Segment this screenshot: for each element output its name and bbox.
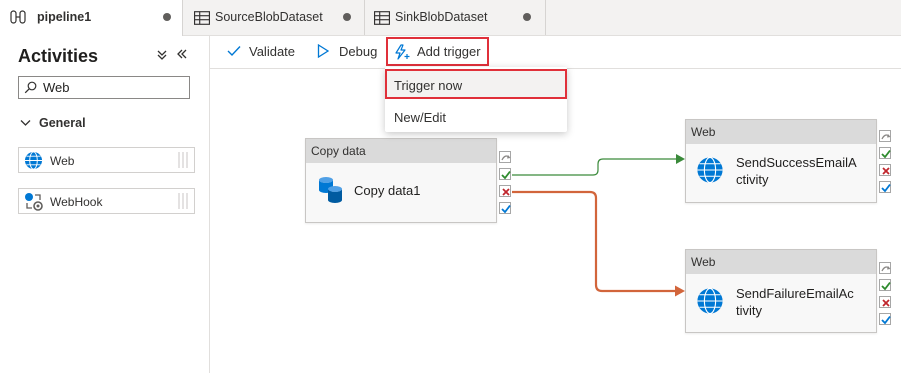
unsaved-dot-icon: [163, 13, 171, 21]
skip-port[interactable]: [879, 262, 891, 274]
skip-port[interactable]: [499, 151, 511, 163]
node-name-line2: ctivity: [736, 172, 769, 187]
add-trigger-menu: Trigger now New/Edit: [385, 67, 567, 132]
tab-source-blob-dataset[interactable]: SourceBlobDataset: [183, 0, 365, 35]
node-type-label: Copy data: [311, 144, 366, 158]
failure-port[interactable]: [879, 296, 891, 308]
node-header: Web: [686, 120, 876, 144]
copy-data-output-ports: [499, 151, 511, 217]
validate-label: Validate: [249, 43, 296, 59]
skip-arrow-icon: [881, 134, 891, 140]
play-icon: [317, 44, 329, 58]
tab-sink-blob-dataset[interactable]: SinkBlobDataset: [365, 0, 546, 35]
node-header: Copy data: [306, 139, 496, 163]
copy-data-activity-node[interactable]: Copy data Copy data1: [305, 138, 497, 223]
x-icon: [882, 299, 890, 307]
trigger-bolt-icon: [395, 43, 410, 60]
pipeline-toolbar: Validate Debug Add trigger: [210, 36, 901, 69]
success-arrowhead: [676, 154, 685, 164]
activities-search-input[interactable]: [43, 79, 183, 96]
activities-title: Activities: [18, 46, 99, 66]
send-failure-email-activity-node[interactable]: Web SendFailureEmailAc tivity: [685, 249, 877, 333]
drag-handle-icon[interactable]: [177, 152, 189, 168]
menu-item-label: New/Edit: [394, 110, 447, 125]
node-name-line1: SendSuccessEmailA: [736, 155, 857, 170]
completion-port[interactable]: [879, 313, 891, 325]
globe-icon: [697, 287, 723, 315]
tab-bar: pipeline1 SourceBlobDataset SinkBlobData…: [0, 0, 901, 36]
node-type-label: Web: [691, 125, 716, 139]
add-trigger-label: Add trigger: [417, 44, 481, 59]
table-icon: [194, 11, 210, 25]
node-name-line1: SendFailureEmailAc: [736, 286, 854, 301]
chevron-down-icon: [20, 120, 31, 126]
success-port[interactable]: [499, 168, 511, 180]
pipeline-icon: [10, 10, 26, 24]
completion-port[interactable]: [879, 181, 891, 193]
checkmark-icon: [227, 46, 241, 57]
x-icon: [882, 167, 890, 175]
validate-button[interactable]: Validate: [227, 36, 295, 66]
check-icon: [881, 315, 891, 325]
success-port[interactable]: [879, 279, 891, 291]
menu-item-new-edit[interactable]: New/Edit: [385, 101, 567, 131]
drag-handle-icon[interactable]: [177, 193, 189, 209]
check-icon: [501, 204, 511, 214]
success-node-output-ports: [879, 130, 891, 196]
activity-item-label: Web: [50, 154, 75, 168]
debug-label: Debug: [339, 43, 378, 59]
completion-port[interactable]: [499, 202, 511, 214]
menu-item-trigger-now[interactable]: Trigger now: [385, 69, 567, 99]
activity-item-web[interactable]: Web: [18, 147, 195, 173]
check-icon: [881, 281, 891, 291]
group-general-toggle[interactable]: General: [20, 116, 86, 130]
failure-connector[interactable]: [512, 190, 676, 293]
failure-port[interactable]: [879, 164, 891, 176]
table-icon: [374, 11, 390, 25]
tab-label: SourceBlobDataset: [215, 10, 323, 24]
copy-data-icon: [319, 177, 342, 203]
x-icon: [502, 188, 510, 196]
debug-button[interactable]: Debug: [317, 36, 377, 66]
activities-search-box[interactable]: [18, 76, 190, 99]
menu-item-label: Trigger now: [394, 78, 463, 93]
node-name-line2: tivity: [736, 303, 762, 318]
globe-icon: [24, 151, 43, 170]
success-connector[interactable]: [512, 158, 676, 176]
check-icon: [881, 149, 891, 159]
failure-arrowhead: [675, 285, 685, 297]
activities-panel: Activities General Web: [0, 36, 210, 373]
check-icon: [501, 170, 511, 180]
unsaved-dot-icon: [343, 13, 351, 21]
node-name: SendFailureEmailAc tivity: [736, 285, 854, 319]
tab-label: pipeline1: [37, 10, 92, 24]
tab-label: SinkBlobDataset: [395, 10, 488, 24]
collapse-panel-icon[interactable]: [176, 47, 188, 63]
node-name: SendSuccessEmailA ctivity: [736, 154, 857, 188]
add-trigger-button[interactable]: Add trigger: [386, 37, 489, 66]
failure-node-output-ports: [879, 262, 891, 328]
tab-pipeline1[interactable]: pipeline1: [0, 0, 183, 36]
skip-arrow-icon: [881, 266, 891, 272]
unsaved-dot-icon: [523, 13, 531, 21]
collapse-all-icon[interactable]: [156, 47, 168, 63]
webhook-icon: [25, 193, 43, 211]
skip-arrow-icon: [501, 155, 511, 161]
globe-icon: [697, 156, 723, 184]
check-icon: [881, 183, 891, 193]
activity-item-label: WebHook: [50, 195, 103, 209]
node-name: Copy data1: [354, 183, 421, 198]
success-port[interactable]: [879, 147, 891, 159]
activity-item-webhook[interactable]: WebHook: [18, 188, 195, 214]
failure-port[interactable]: [499, 185, 511, 197]
node-type-label: Web: [691, 255, 716, 269]
search-icon: [24, 81, 37, 94]
skip-port[interactable]: [879, 130, 891, 142]
group-general-label: General: [39, 116, 86, 130]
send-success-email-activity-node[interactable]: Web SendSuccessEmailA ctivity: [685, 119, 877, 203]
node-header: Web: [686, 250, 876, 274]
